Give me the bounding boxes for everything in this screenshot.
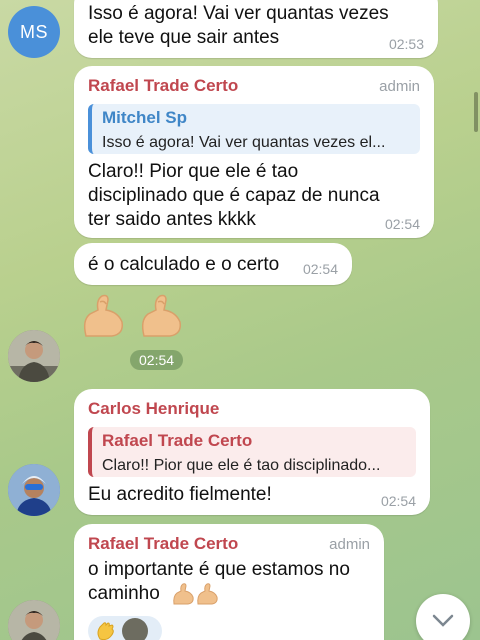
message-text: Eu acredito fielmente!: [88, 484, 272, 505]
message-time: 02:54: [302, 261, 338, 277]
message-time: 02:54: [130, 350, 184, 370]
message-time: 02:54: [384, 216, 420, 232]
message-text-line: ele teve que sair antes: [88, 27, 280, 48]
avatar-carlos[interactable]: [8, 464, 60, 516]
chat-area: MS Isso é agora! Vai ver quantas vezes e…: [0, 0, 480, 640]
admin-badge: admin: [329, 536, 370, 553]
sender-name[interactable]: Carlos Henrique: [88, 399, 219, 419]
scroll-down-button[interactable]: [416, 594, 470, 640]
avatar-rafael[interactable]: [8, 600, 60, 640]
person-photo-icon: [8, 330, 60, 382]
message-text-line: o importante é que estamos no: [88, 559, 350, 580]
reactor-avatar: [122, 618, 148, 640]
message-text: é o calculado e o certo: [88, 254, 280, 275]
flexed-biceps-icon: [141, 294, 182, 337]
message-text-line: ter saido antes kkkk: [88, 209, 256, 230]
flexed-biceps-icon: [83, 294, 124, 337]
reply-snippet: Claro!! Pior que ele é tao disciplinado.…: [102, 457, 381, 474]
reply-author: Mitchel Sp: [102, 108, 188, 127]
message-time: 02:54: [380, 493, 416, 509]
reply-quote[interactable]: Mitchel Sp Isso é agora! Vai ver quantas…: [88, 104, 420, 154]
message-text-line: Isso é agora! Vai ver quantas vezes: [88, 3, 389, 24]
message-text-line: disciplinado que é capaz de nunca: [88, 185, 380, 206]
scrollbar[interactable]: [474, 92, 478, 132]
emoji-message[interactable]: [78, 290, 188, 342]
sender-name[interactable]: Rafael Trade Certo: [88, 534, 238, 554]
clapping-hands-icon: [97, 622, 114, 640]
chevron-down-icon: [432, 614, 454, 627]
avatar-initials: MS: [20, 21, 48, 42]
reaction-chip[interactable]: [88, 616, 162, 640]
flexed-biceps-icon: [173, 583, 218, 605]
sender-name[interactable]: Rafael Trade Certo: [88, 76, 238, 96]
reply-snippet: Isso é agora! Vai ver quantas vezes el..…: [102, 134, 386, 151]
avatar-ms[interactable]: MS: [8, 6, 60, 58]
message-bubble[interactable]: Carlos Henrique Rafael Trade Certo Claro…: [74, 389, 430, 515]
person-photo-icon: [8, 464, 60, 516]
person-photo-icon: [8, 600, 60, 640]
message-text-line: caminho: [88, 583, 160, 604]
reply-author: Rafael Trade Certo: [102, 431, 253, 450]
message-bubble[interactable]: é o calculado e o certo 02:54: [74, 243, 352, 285]
message-time: 02:53: [388, 36, 424, 52]
message-bubble[interactable]: Rafael Trade Certo admin Mitchel Sp Isso…: [74, 66, 434, 238]
reply-quote[interactable]: Rafael Trade Certo Claro!! Pior que ele …: [88, 427, 416, 477]
admin-badge: admin: [379, 78, 420, 95]
message-bubble[interactable]: Rafael Trade Certo admin o importante é …: [74, 524, 384, 640]
avatar-rafael[interactable]: [8, 330, 60, 382]
message-bubble[interactable]: Isso é agora! Vai ver quantas vezes ele …: [74, 0, 438, 58]
message-text-line: Claro!! Pior que ele é tao: [88, 161, 299, 182]
